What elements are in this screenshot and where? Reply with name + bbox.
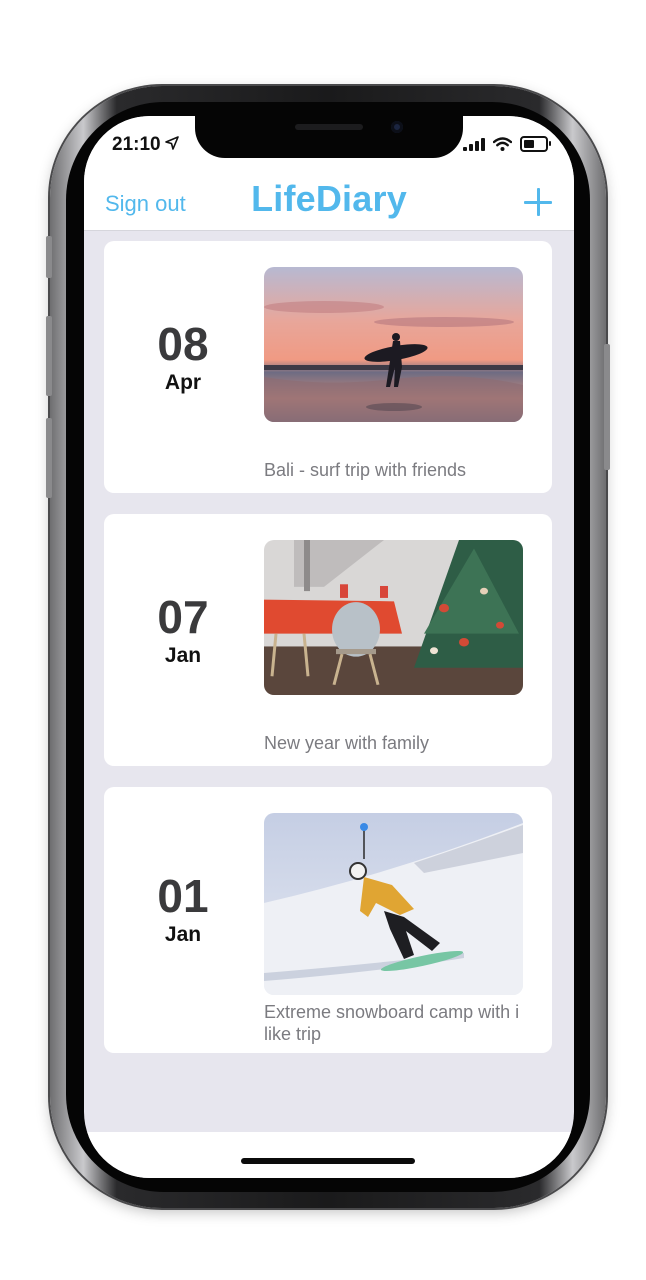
entry-day: 01 bbox=[157, 870, 209, 922]
entry-date: 07 Jan bbox=[104, 594, 262, 668]
silent-switch bbox=[46, 236, 52, 278]
christmas-tree-dining-room-photo bbox=[264, 540, 523, 695]
entry-month: Apr bbox=[164, 371, 202, 394]
status-icons bbox=[463, 136, 551, 152]
battery-icon bbox=[520, 136, 551, 152]
app-title: LifeDiary bbox=[251, 178, 407, 219]
wifi-icon bbox=[493, 137, 512, 151]
home-indicator[interactable] bbox=[241, 1158, 415, 1164]
app-screen: 21:10 Sign out LifeDiary 08 Apr Bali - s… bbox=[84, 116, 574, 1178]
volume-up-button bbox=[46, 316, 52, 396]
entry-caption: Extreme snowboard camp with i like trip bbox=[264, 1002, 520, 1044]
entry-date: 08 Apr bbox=[104, 321, 262, 395]
diary-entry-card[interactable]: 08 Apr Bali - surf trip with friends bbox=[104, 241, 552, 493]
volume-down-button bbox=[46, 418, 52, 498]
navigation-bar: Sign out LifeDiary bbox=[84, 172, 574, 231]
diary-entry-card[interactable]: 01 Jan Extreme snowboard camp with i lik… bbox=[104, 787, 552, 1053]
entry-day: 08 bbox=[157, 318, 209, 370]
snowboarder-on-slope-photo bbox=[264, 813, 523, 995]
diary-entry-card[interactable]: 07 Jan New year with family bbox=[104, 514, 552, 766]
entry-caption: Bali - surf trip with friends bbox=[264, 460, 467, 480]
front-camera bbox=[391, 121, 403, 133]
cellular-signal-icon bbox=[463, 137, 485, 151]
plus-icon[interactable] bbox=[524, 188, 552, 216]
entry-month: Jan bbox=[164, 644, 202, 667]
entry-month: Jan bbox=[164, 923, 202, 946]
power-button bbox=[604, 344, 610, 470]
entry-day: 07 bbox=[157, 591, 209, 643]
surfer-at-sunset-photo bbox=[264, 267, 523, 422]
notch bbox=[195, 116, 463, 158]
entry-caption: New year with family bbox=[264, 733, 430, 753]
entry-date: 01 Jan bbox=[104, 873, 262, 947]
location-arrow-icon bbox=[165, 136, 179, 150]
status-time: 21:10 bbox=[112, 134, 161, 155]
speaker bbox=[295, 124, 363, 130]
bottom-safe-area bbox=[84, 1132, 574, 1178]
